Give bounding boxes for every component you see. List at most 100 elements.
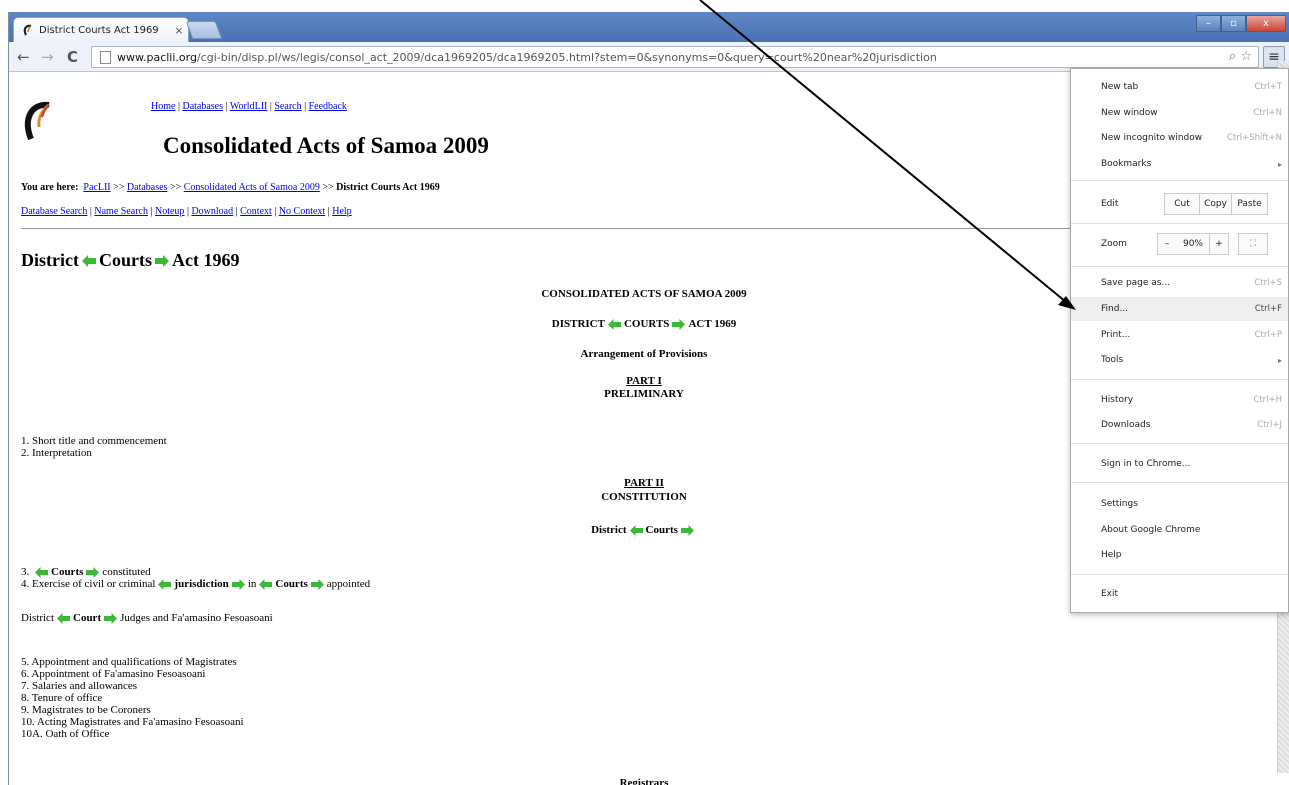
list-item[interactable]: 9. Magistrates to be Coroners: [21, 704, 244, 716]
paclii-favicon-icon: [23, 24, 32, 36]
menu-separator: [1071, 574, 1288, 575]
nav-worldlii-link[interactable]: WorldLII: [230, 101, 268, 112]
next-hit-arrow-icon[interactable]: [104, 612, 118, 624]
list-item[interactable]: 10A. Oath of Office: [21, 728, 244, 740]
breadcrumb-databases[interactable]: Databases: [127, 182, 168, 193]
tab-close-icon[interactable]: ×: [170, 24, 188, 37]
menu-print[interactable]: Print... Ctrl+P: [1071, 323, 1288, 347]
breadcrumb: You are here: PacLII >> Databases >> Con…: [21, 182, 440, 193]
next-hit-arrow-icon[interactable]: [680, 524, 694, 536]
menu-separator: [1071, 266, 1288, 267]
noteup-link[interactable]: Noteup: [155, 206, 184, 217]
copy-button[interactable]: Copy: [1199, 193, 1232, 215]
tab-title: District Courts Act 1969: [39, 24, 159, 36]
page-icon: [100, 50, 111, 64]
context-link[interactable]: Context: [240, 206, 272, 217]
minimize-button[interactable]: –: [1196, 15, 1221, 32]
menu-settings[interactable]: Settings: [1071, 492, 1288, 516]
menu-sign-in[interactable]: Sign in to Chrome...: [1071, 452, 1288, 476]
window-controls: – ▫ x: [1196, 15, 1286, 32]
reload-button[interactable]: C: [67, 48, 78, 66]
next-hit-arrow-icon[interactable]: [310, 578, 324, 590]
download-link[interactable]: Download: [191, 206, 233, 217]
menu-about-chrome[interactable]: About Google Chrome: [1071, 518, 1288, 542]
back-button[interactable]: ←: [17, 48, 30, 66]
new-tab-button[interactable]: [185, 21, 223, 39]
fullscreen-icon[interactable]: ⛶: [1238, 233, 1268, 255]
close-window-button[interactable]: x: [1246, 15, 1286, 32]
name-search-link[interactable]: Name Search: [94, 206, 148, 217]
forward-button[interactable]: →: [41, 48, 54, 66]
part-2-list: 3. Courts constituted 4. Exercise of civ…: [21, 566, 370, 590]
menu-history[interactable]: History Ctrl+H: [1071, 388, 1288, 412]
list-item[interactable]: 2. Interpretation: [21, 447, 167, 459]
menu-separator: [1071, 223, 1288, 224]
top-navigation: Home | Databases | WorldLII | Search | F…: [151, 101, 347, 112]
database-search-link[interactable]: Database Search: [21, 206, 87, 217]
menu-new-incognito-window[interactable]: New incognito window Ctrl+Shift+N: [1071, 126, 1288, 150]
tab-active[interactable]: District Courts Act 1969 ×: [13, 17, 189, 42]
prev-hit-arrow-icon[interactable]: [607, 318, 621, 330]
list-item[interactable]: 10. Acting Magistrates and Fa'amasino Fe…: [21, 716, 244, 728]
nav-feedback-link[interactable]: Feedback: [309, 101, 347, 112]
prev-hit-arrow-icon[interactable]: [57, 612, 70, 624]
menu-separator: [1071, 379, 1288, 380]
nav-home-link[interactable]: Home: [151, 101, 175, 112]
maximize-button[interactable]: ▫: [1221, 15, 1246, 32]
part-1-list: 1. Short title and commencement 2. Inter…: [21, 435, 167, 459]
menu-separator: [1071, 180, 1288, 181]
zoom-out-button[interactable]: –: [1157, 233, 1177, 255]
menu-separator: [1071, 443, 1288, 444]
breadcrumb-paclii[interactable]: PacLII: [83, 182, 110, 193]
menu-help[interactable]: Help: [1071, 543, 1288, 567]
no-context-link[interactable]: No Context: [279, 206, 325, 217]
star-icon[interactable]: ☆: [1240, 49, 1252, 64]
zoom-in-button[interactable]: +: [1209, 233, 1229, 255]
paste-button[interactable]: Paste: [1231, 193, 1268, 215]
menu-exit[interactable]: Exit: [1071, 582, 1288, 606]
menu-bookmarks[interactable]: Bookmarks ▸: [1071, 152, 1288, 176]
paclii-logo: [24, 101, 50, 141]
menu-downloads[interactable]: Downloads Ctrl+J: [1071, 413, 1288, 437]
menu-find[interactable]: Find... Ctrl+F: [1071, 297, 1288, 321]
address-bar[interactable]: www.paclii.org/cgi-bin/disp.pl/ws/legis/…: [91, 46, 1259, 68]
prev-hit-arrow-icon[interactable]: [81, 254, 96, 267]
prev-hit-arrow-icon[interactable]: [158, 578, 172, 590]
list-item[interactable]: 7. Salaries and allowances: [21, 680, 244, 692]
list-item[interactable]: 5. Appointment and qualifications of Mag…: [21, 656, 244, 668]
url-text: www.paclii.org/cgi-bin/disp.pl/ws/legis/…: [117, 50, 937, 64]
breadcrumb-current: District Courts Act 1969: [336, 182, 440, 193]
prev-hit-arrow-icon[interactable]: [35, 566, 48, 578]
menu-tools[interactable]: Tools ▸: [1071, 348, 1288, 372]
omnibox-icons: ⌕ ☆: [1229, 49, 1252, 64]
list-item[interactable]: 1. Short title and commencement: [21, 435, 167, 447]
help-link[interactable]: Help: [332, 206, 351, 217]
next-hit-arrow-icon[interactable]: [154, 254, 169, 267]
menu-save-page-as[interactable]: Save page as... Ctrl+S: [1071, 271, 1288, 295]
nav-search-link[interactable]: Search: [274, 101, 301, 112]
document-title: District Courts Act 1969: [21, 250, 240, 270]
nav-databases-link[interactable]: Databases: [182, 101, 223, 112]
search-icon[interactable]: ⌕: [1229, 49, 1236, 64]
divider: [21, 228, 1091, 229]
cut-button[interactable]: Cut: [1164, 193, 1200, 215]
submenu-arrow-icon: ▸: [1277, 159, 1282, 169]
site-title: Consolidated Acts of Samoa 2009: [163, 133, 489, 158]
list-item[interactable]: 8. Tenure of office: [21, 692, 244, 704]
judges-subheading: District Court Judges and Fa'amasino Fes…: [21, 612, 273, 624]
chrome-main-menu: New tab Ctrl+T New window Ctrl+N New incog…: [1070, 68, 1289, 613]
judges-list: 5. Appointment and qualifications of Mag…: [21, 656, 244, 740]
list-item[interactable]: 6. Appointment of Fa'amasino Fesoasoani: [21, 668, 244, 680]
next-hit-arrow-icon[interactable]: [672, 318, 686, 330]
next-hit-arrow-icon[interactable]: [86, 566, 100, 578]
prev-hit-arrow-icon[interactable]: [259, 578, 273, 590]
zoom-level: 90%: [1176, 233, 1210, 255]
next-hit-arrow-icon[interactable]: [231, 578, 245, 590]
list-item[interactable]: 4. Exercise of civil or criminal jurisdi…: [21, 578, 370, 590]
list-item[interactable]: 3. Courts constituted: [21, 566, 370, 578]
menu-new-window[interactable]: New window Ctrl+N: [1071, 101, 1288, 125]
prev-hit-arrow-icon[interactable]: [629, 524, 643, 536]
judges-line: District Court Judges and Fa'amasino Fes…: [21, 612, 273, 624]
menu-new-tab[interactable]: New tab Ctrl+T: [1071, 75, 1288, 99]
breadcrumb-consolidated-acts[interactable]: Consolidated Acts of Samoa 2009: [184, 182, 320, 193]
